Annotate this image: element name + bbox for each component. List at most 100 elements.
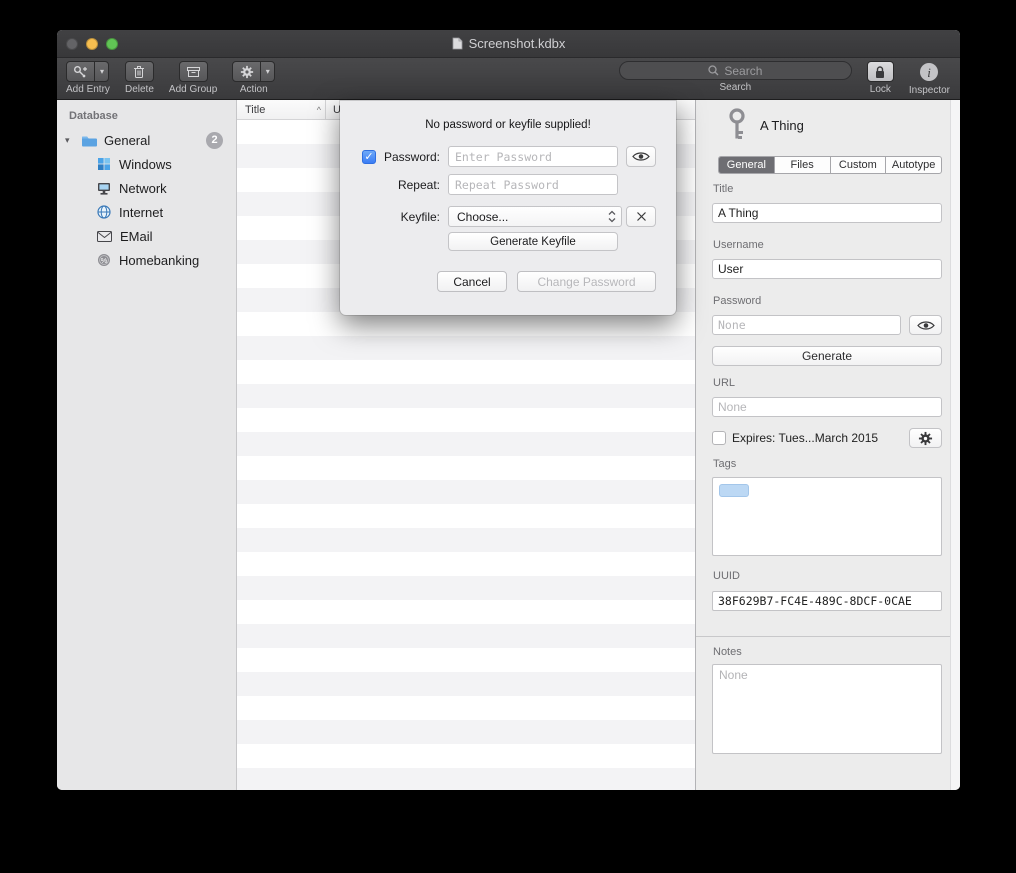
search-input[interactable]: Search: [619, 61, 852, 80]
windows-icon: [97, 157, 111, 171]
toolbar-right-group: Search Search Lock i: [619, 61, 950, 99]
toolbar-lock: Lock: [867, 61, 894, 95]
tag-chip[interactable]: [719, 484, 749, 497]
column-header-username[interactable]: U: [326, 104, 341, 116]
action-dropdown-button[interactable]: ▾: [261, 61, 275, 82]
disclosure-triangle[interactable]: ▾: [65, 135, 75, 146]
zoom-button[interactable]: [106, 38, 118, 50]
padlock-icon: [874, 65, 886, 79]
cancel-button[interactable]: Cancel: [437, 271, 507, 292]
add-entry-button[interactable]: [66, 61, 95, 82]
column-title-text: Title: [245, 104, 265, 116]
tab-autotype[interactable]: Autotype: [886, 157, 941, 173]
dialog-reveal-password-button[interactable]: [626, 146, 656, 167]
inspector-label: Inspector: [909, 85, 950, 96]
toolbar-add-group: Add Group: [169, 61, 217, 95]
toolbar-search: Search Search: [619, 61, 852, 93]
popup-stepper-icon: [608, 210, 616, 223]
info-icon: i: [919, 62, 939, 82]
inspector-scrollbar[interactable]: [950, 100, 960, 790]
tags-field[interactable]: [712, 477, 942, 556]
generate-button[interactable]: Generate: [712, 346, 942, 366]
toolbar-delete: Delete: [125, 61, 154, 95]
document-icon: [452, 37, 463, 50]
url-input[interactable]: [712, 397, 942, 417]
notes-label: Notes: [713, 646, 742, 658]
password-label: Password: [713, 295, 761, 307]
sidebar-group-network[interactable]: Network: [57, 176, 236, 200]
add-entry-dropdown-button[interactable]: ▾: [95, 61, 109, 82]
keyfile-popup-value: Choose...: [457, 210, 508, 224]
entry-title: A Thing: [760, 118, 804, 133]
username-label: Username: [713, 239, 764, 251]
password-row: ✓ Password:: [340, 146, 676, 168]
inspector-tabs: General Files Custom Autotype: [718, 156, 942, 174]
username-input[interactable]: [712, 259, 942, 279]
inspector-panel: A Thing General Files Custom Autotype Ti…: [695, 100, 960, 790]
sidebar-group-homebanking[interactable]: % Homebanking: [57, 248, 236, 272]
sidebar-group-general[interactable]: ▾ General 2: [57, 128, 236, 152]
window-title: Screenshot.kdbx: [57, 36, 960, 51]
inspector-button[interactable]: i: [918, 61, 940, 83]
tab-custom[interactable]: Custom: [831, 157, 887, 173]
add-group-button[interactable]: [179, 61, 208, 82]
repeat-label: Repeat:: [340, 178, 440, 192]
delete-button[interactable]: [125, 61, 154, 82]
clear-keyfile-button[interactable]: [626, 206, 656, 227]
notes-field[interactable]: None: [712, 664, 942, 754]
gear-icon: [918, 431, 933, 446]
sidebar-group-windows[interactable]: Windows: [57, 152, 236, 176]
eye-icon: [917, 320, 935, 331]
group-homebanking-label: Homebanking: [119, 253, 199, 268]
dialog-message: No password or keyfile supplied!: [340, 100, 676, 131]
toolbar-inspector: i Inspector: [909, 61, 950, 96]
trash-icon: [132, 65, 146, 79]
dialog-password-label: Password:: [340, 150, 440, 164]
generate-keyfile-button[interactable]: Generate Keyfile: [448, 232, 618, 251]
dialog-password-input[interactable]: [448, 146, 618, 167]
password-input[interactable]: [712, 315, 901, 335]
tab-general[interactable]: General: [719, 157, 775, 173]
uuid-field[interactable]: [712, 591, 942, 611]
folder-icon: [81, 134, 98, 147]
action-button[interactable]: [232, 61, 261, 82]
action-label: Action: [240, 84, 268, 95]
key-icon: [726, 108, 748, 142]
expires-settings-button[interactable]: [909, 428, 942, 448]
key-plus-icon: [73, 65, 88, 79]
search-label: Search: [720, 82, 752, 93]
monitor-icon: [97, 182, 111, 195]
close-button[interactable]: [66, 38, 78, 50]
sidebar-section-label: Database: [57, 100, 236, 128]
group-email-label: EMail: [120, 229, 153, 244]
app-window: Screenshot.kdbx ▾: [57, 30, 960, 790]
expires-label: Expires: Tues...March 2015: [732, 431, 878, 445]
lock-button[interactable]: [867, 61, 894, 82]
coin-icon: %: [97, 253, 111, 267]
minimize-button[interactable]: [86, 38, 98, 50]
title-input[interactable]: [712, 203, 942, 223]
svg-text:%: %: [101, 256, 108, 265]
expires-checkbox[interactable]: [712, 431, 726, 445]
keyfile-row: Keyfile: Choose...: [340, 206, 676, 228]
search-placeholder: Search: [724, 64, 762, 78]
change-password-dialog: No password or keyfile supplied! ✓ Passw…: [340, 100, 676, 315]
keyfile-popup[interactable]: Choose...: [448, 206, 622, 227]
entry-count-badge: 2: [206, 132, 223, 149]
column-header-title[interactable]: Title ^: [237, 104, 325, 116]
change-password-button[interactable]: Change Password: [517, 271, 656, 292]
url-label: URL: [713, 377, 735, 389]
repeat-password-input[interactable]: [448, 174, 618, 195]
eye-icon: [632, 151, 650, 162]
toolbar-left-group: ▾ Add Entry Delete: [66, 61, 275, 99]
reveal-password-button[interactable]: [909, 315, 942, 335]
sidebar-group-internet[interactable]: Internet: [57, 200, 236, 224]
sidebar: Database ▾ General 2: [57, 100, 237, 790]
group-windows-label: Windows: [119, 157, 172, 172]
box-icon: [186, 65, 201, 78]
content-area: Database ▾ General 2: [57, 100, 960, 790]
tab-files[interactable]: Files: [775, 157, 831, 173]
repeat-row: Repeat:: [340, 174, 676, 196]
gear-icon: [240, 65, 254, 79]
sidebar-group-email[interactable]: EMail: [57, 224, 236, 248]
